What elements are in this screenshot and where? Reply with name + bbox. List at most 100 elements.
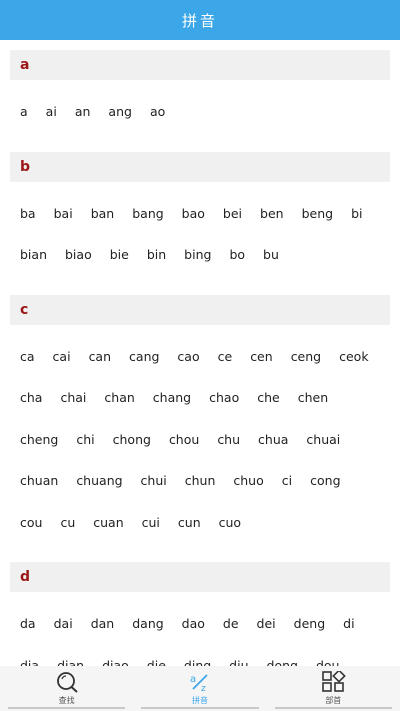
syllable-item[interactable]: chuan	[20, 460, 58, 502]
syllable-list: da dai dan dang dao de dei deng di dia dian diao die…	[10, 592, 390, 666]
nav-pinyin[interactable]: a z 拼音	[133, 666, 266, 711]
syllable-list: a ai an ang ao	[10, 80, 390, 142]
syllable-item[interactable]: bo	[229, 234, 245, 276]
syllable-item[interactable]: ang	[108, 91, 132, 133]
nav-search-label: 查找	[58, 696, 75, 705]
syllable-item[interactable]: chen	[298, 377, 328, 419]
syllable-item[interactable]: bing	[184, 234, 211, 276]
syllable-item[interactable]: cao	[177, 336, 199, 378]
syllable-item[interactable]: diao	[102, 645, 129, 667]
syllable-item[interactable]: dian	[57, 645, 84, 667]
syllable-item[interactable]: dong	[267, 645, 298, 667]
nav-radical[interactable]: 部首	[267, 666, 400, 711]
bottom-nav: 查找 a z 拼音 部首	[0, 666, 400, 711]
syllable-item[interactable]: deng	[294, 603, 325, 645]
section-c: c ca cai can cang cao ce cen ceng ceok cha chai chan…	[0, 294, 400, 553]
syllable-item[interactable]: cuo	[219, 502, 241, 544]
syllable-item[interactable]: chang	[153, 377, 191, 419]
syllable-item[interactable]: ao	[150, 91, 165, 133]
nav-search[interactable]: 查找	[0, 666, 133, 711]
syllable-item[interactable]: chun	[185, 460, 216, 502]
syllable-item[interactable]: chan	[104, 377, 134, 419]
syllable-item[interactable]: dou	[316, 645, 340, 667]
syllable-item[interactable]: ai	[46, 91, 57, 133]
syllable-item[interactable]: ba	[20, 193, 36, 235]
syllable-item[interactable]: chi	[76, 419, 94, 461]
syllable-item[interactable]: chua	[258, 419, 288, 461]
syllable-item[interactable]: ci	[282, 460, 292, 502]
syllable-item[interactable]: chui	[141, 460, 167, 502]
syllable-item[interactable]: beng	[302, 193, 333, 235]
syllable-item[interactable]: cou	[20, 502, 42, 544]
syllable-item[interactable]: bi	[351, 193, 362, 235]
syllable-item[interactable]: cang	[129, 336, 159, 378]
syllable-item[interactable]: bu	[263, 234, 279, 276]
syllable-item[interactable]: a	[20, 91, 28, 133]
syllable-list: ba bai ban bang bao bei ben beng bi bian biao bie bi…	[10, 182, 390, 285]
syllable-item[interactable]: can	[89, 336, 111, 378]
syllable-item[interactable]: chong	[113, 419, 151, 461]
section-b: b ba bai ban bang bao bei ben beng bi bian biao bie b…	[0, 151, 400, 285]
section-a: a a ai an ang ao	[0, 50, 400, 142]
syllable-item[interactable]: bao	[182, 193, 205, 235]
syllable-item[interactable]: ding	[184, 645, 211, 667]
syllable-item[interactable]: ben	[260, 193, 284, 235]
app-header: 拼音	[0, 0, 400, 40]
syllable-item[interactable]: bai	[54, 193, 73, 235]
syllable-item[interactable]: cai	[53, 336, 71, 378]
syllable-item[interactable]: biao	[65, 234, 92, 276]
syllable-item[interactable]: cun	[178, 502, 201, 544]
section-header: d	[10, 562, 390, 592]
syllable-item[interactable]: cui	[142, 502, 160, 544]
syllable-item[interactable]: cen	[250, 336, 273, 378]
syllable-item[interactable]: da	[20, 603, 36, 645]
syllable-item[interactable]: dao	[182, 603, 205, 645]
nav-radical-label: 部首	[325, 696, 342, 705]
syllable-item[interactable]: bang	[132, 193, 163, 235]
syllable-list: ca cai can cang cao ce cen ceng ceok cha chai chan c…	[10, 325, 390, 553]
syllable-item[interactable]: dai	[54, 603, 73, 645]
syllable-item[interactable]: bian	[20, 234, 47, 276]
syllable-item[interactable]: bie	[110, 234, 129, 276]
syllable-item[interactable]: diu	[229, 645, 248, 667]
syllable-item[interactable]: chuang	[76, 460, 122, 502]
syllable-item[interactable]: che	[257, 377, 280, 419]
syllable-item[interactable]: ca	[20, 336, 35, 378]
syllable-item[interactable]: ceng	[291, 336, 321, 378]
syllable-item[interactable]: de	[223, 603, 239, 645]
syllable-item[interactable]: chai	[60, 377, 86, 419]
section-header: b	[10, 151, 390, 182]
pinyin-icon: a z	[187, 671, 213, 693]
syllable-item[interactable]: ban	[91, 193, 115, 235]
syllable-item[interactable]: dang	[132, 603, 163, 645]
syllable-item[interactable]: ceok	[339, 336, 368, 378]
syllable-item[interactable]: an	[75, 91, 91, 133]
section-header: c	[10, 294, 390, 325]
syllable-item[interactable]: dei	[257, 603, 276, 645]
syllable-item[interactable]: chu	[217, 419, 240, 461]
search-icon	[54, 671, 80, 693]
syllable-item[interactable]: cheng	[20, 419, 58, 461]
page-title: 拼音	[181, 11, 218, 30]
syllable-item[interactable]: cha	[20, 377, 42, 419]
syllable-item[interactable]: chou	[169, 419, 199, 461]
syllable-item[interactable]: chuai	[306, 419, 340, 461]
syllable-item[interactable]: chuo	[233, 460, 263, 502]
syllable-item[interactable]: dia	[20, 645, 39, 667]
syllable-item[interactable]: di	[343, 603, 354, 645]
syllable-item[interactable]: bin	[147, 234, 166, 276]
pinyin-list[interactable]: a a ai an ang ao b ba bai ban bang bao bei ben beng bi b…	[0, 40, 400, 666]
grid-icon	[320, 671, 347, 693]
syllable-item[interactable]: ce	[218, 336, 233, 378]
syllable-item[interactable]: cu	[60, 502, 75, 544]
syllable-item[interactable]: die	[147, 645, 166, 667]
syllable-item[interactable]: chao	[209, 377, 239, 419]
syllable-item[interactable]: dan	[91, 603, 115, 645]
syllable-item[interactable]: cong	[310, 460, 340, 502]
section-d: d da dai dan dang dao de dei deng di dia dian diao di…	[0, 562, 400, 666]
svg-text:z: z	[201, 684, 206, 693]
svg-text:a: a	[190, 674, 196, 685]
nav-pinyin-label: 拼音	[191, 696, 208, 705]
syllable-item[interactable]: cuan	[93, 502, 123, 544]
syllable-item[interactable]: bei	[223, 193, 242, 235]
